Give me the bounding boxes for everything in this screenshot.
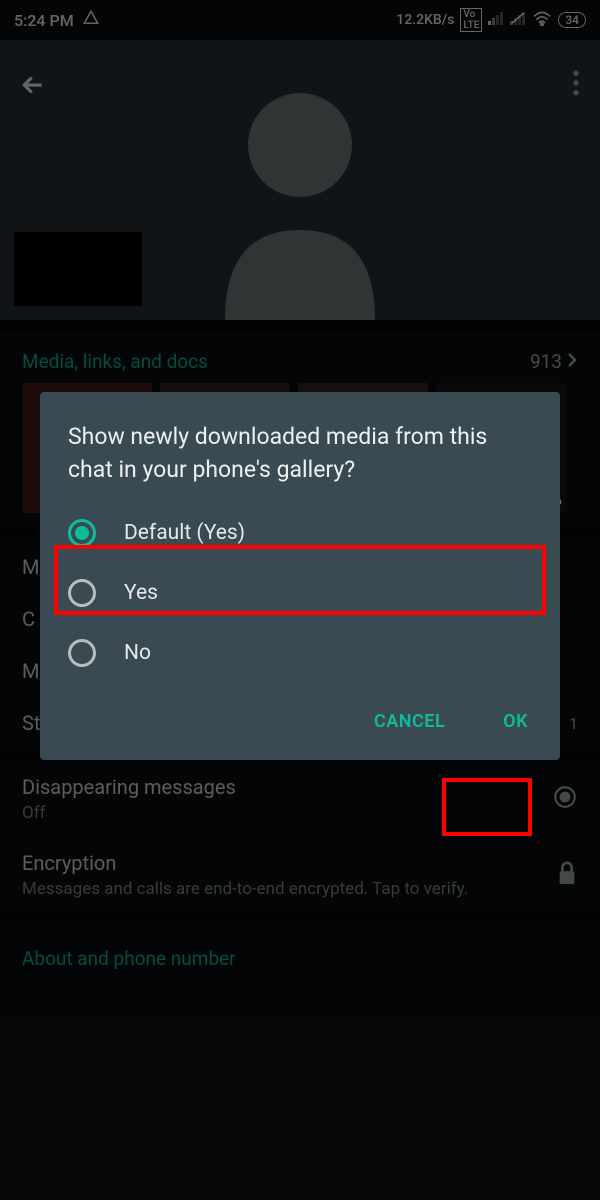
radio-label: Default (Yes): [124, 521, 245, 545]
radio-unselected-icon: [68, 639, 96, 667]
cancel-button[interactable]: CANCEL: [360, 701, 459, 742]
ok-button[interactable]: OK: [489, 701, 542, 742]
radio-option-no[interactable]: No: [40, 623, 560, 683]
radio-option-default[interactable]: Default (Yes): [40, 503, 560, 563]
radio-label: Yes: [124, 581, 158, 605]
radio-unselected-icon: [68, 579, 96, 607]
dialog-title: Show newly downloaded media from this ch…: [40, 420, 560, 503]
radio-option-yes[interactable]: Yes: [40, 563, 560, 623]
radio-label: No: [124, 641, 151, 665]
media-visibility-dialog: Show newly downloaded media from this ch…: [40, 392, 560, 760]
radio-selected-icon: [68, 519, 96, 547]
